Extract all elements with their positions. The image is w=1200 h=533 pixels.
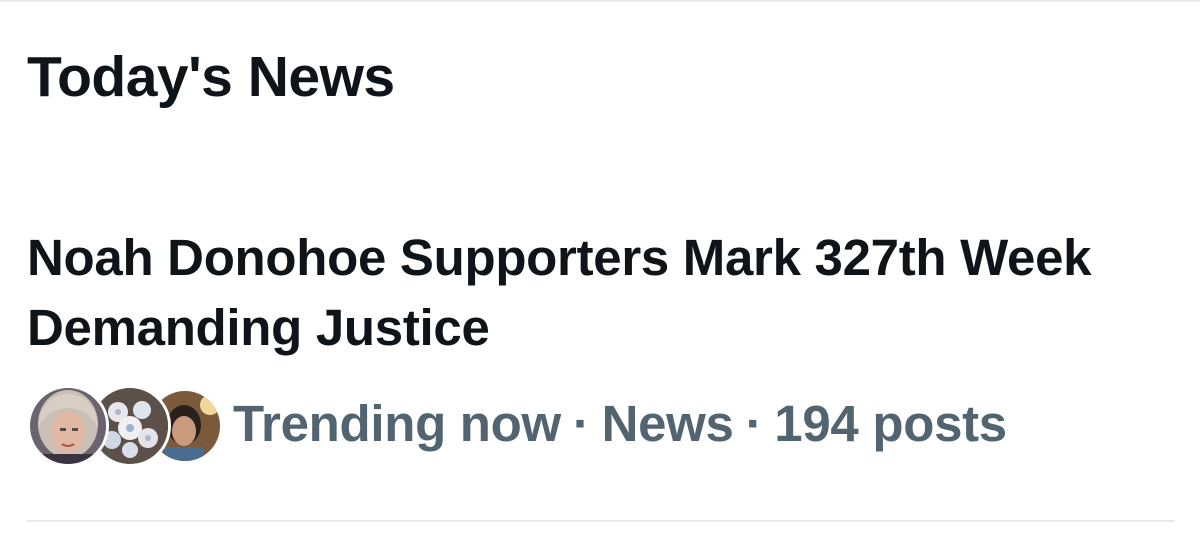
trend-status: Trending now (233, 394, 561, 452)
meta-separator: · (572, 394, 590, 452)
trend-item[interactable]: Noah Donohoe Supporters Mark 327th Week … (0, 215, 1200, 495)
avatar-stack (27, 381, 223, 467)
trend-meta-text: Trending now · News · 194 posts (233, 394, 1007, 453)
trend-meta: Trending now · News · 194 posts (27, 378, 1007, 468)
meta-separator: · (745, 394, 763, 452)
bottom-divider (27, 520, 1175, 522)
trend-category: News (601, 394, 734, 452)
trend-post-count: 194 posts (774, 394, 1007, 452)
trend-headline[interactable]: Noah Donohoe Supporters Mark 327th Week … (27, 223, 1177, 363)
top-divider (0, 0, 1200, 2)
section-title: Today's News (27, 45, 395, 109)
avatar (27, 385, 109, 467)
woman-portrait-icon (30, 388, 106, 464)
